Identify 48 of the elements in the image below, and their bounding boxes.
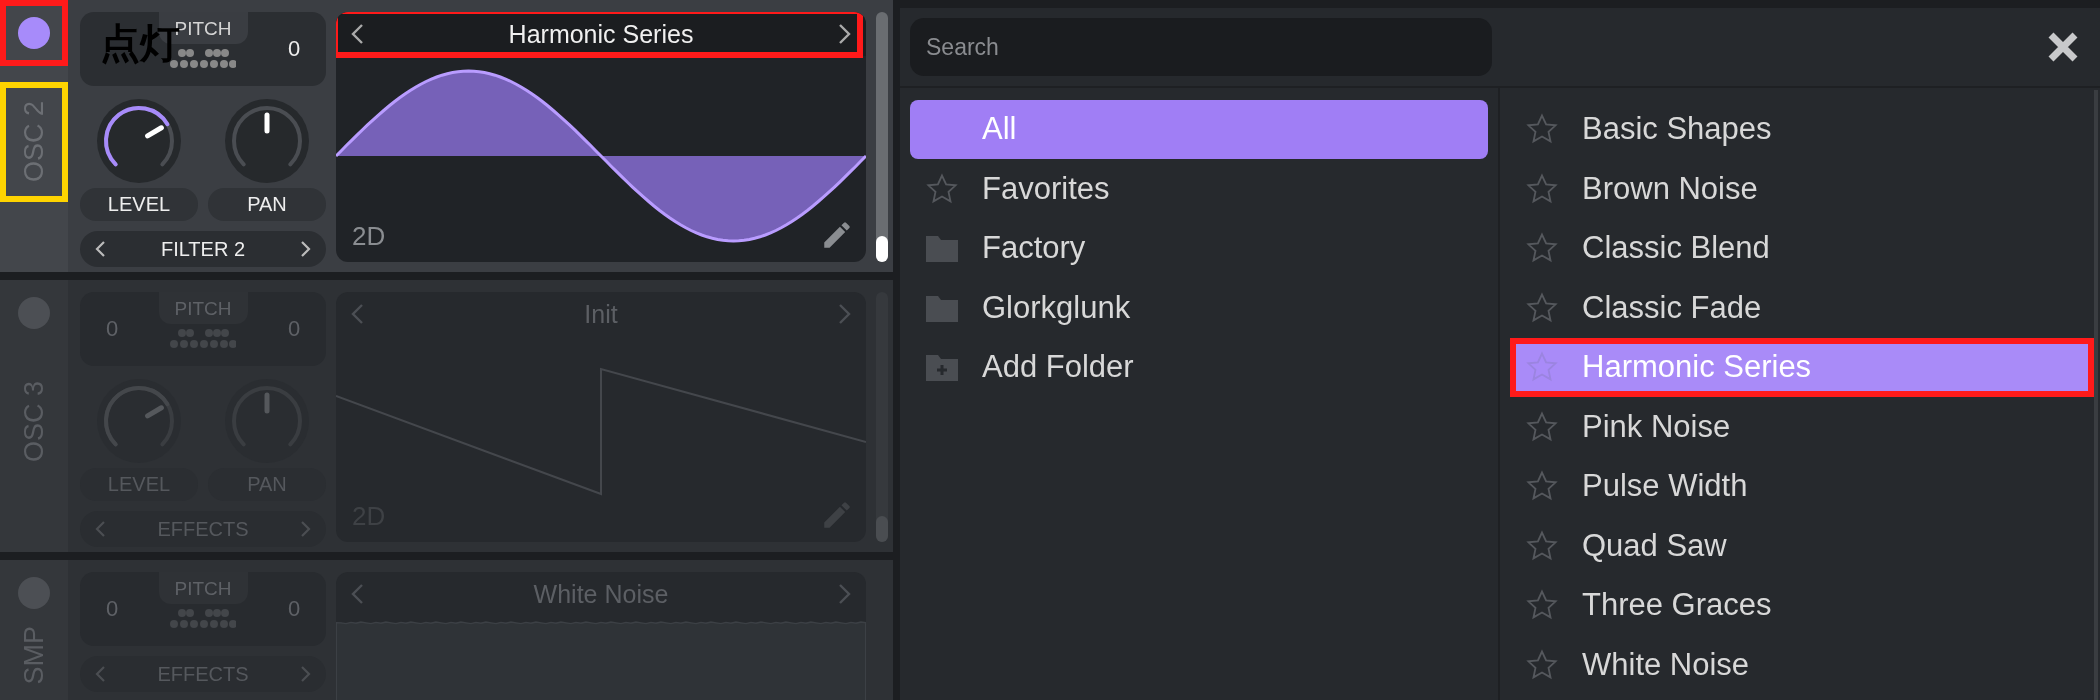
chevron-left-icon [94,240,106,258]
keyboard-dots-icon [170,608,236,630]
preset-item[interactable]: Classic Blend [1510,219,2094,278]
chevron-right-icon [300,665,312,683]
chevron-left-icon [350,23,364,45]
chevron-right-icon [838,583,852,605]
chevron-left-icon [350,583,364,605]
add-folder-icon [925,352,959,383]
folder-item[interactable]: Favorites [910,159,1488,218]
destination-selector[interactable]: FILTER 2 [80,231,326,267]
preset-item[interactable]: Pink Noise [1510,397,2094,456]
folder-item[interactable]: Factory [910,219,1488,278]
chevron-left-icon [94,665,106,683]
star-icon[interactable] [1525,171,1559,206]
search-field[interactable]: Search [910,18,1492,76]
folder-icon [925,233,959,264]
chevron-right-icon [300,240,312,258]
preset-item[interactable]: Basic Shapes [1510,100,2094,159]
keyboard-dots-icon [170,328,236,350]
dimension-label: 2D [352,221,386,252]
chevron-right-icon [838,23,852,45]
preset-item[interactable]: Pulse Width [1510,457,2094,516]
chevron-right-icon [838,303,852,325]
preset-item[interactable]: Quad Saw [1510,516,2094,575]
power-toggle[interactable] [18,577,50,609]
pitch-value[interactable]: 0 [284,36,304,62]
star-icon [925,171,959,206]
chevron-left-icon [94,520,106,538]
star-icon[interactable] [1525,290,1559,325]
knob-label: PAN [208,188,326,221]
power-toggle[interactable] [18,17,50,49]
knob[interactable] [94,96,184,186]
wavetable-selector[interactable]: Harmonic Series [336,12,866,56]
preset-item[interactable]: Three Graces [1510,576,2094,635]
chevron-right-icon [300,520,312,538]
preset-item[interactable]: White Noise [1510,635,2094,694]
folder-item[interactable]: Add Folder [910,338,1488,397]
scrollbar-thumb[interactable] [876,516,888,542]
knob-label: LEVEL [80,188,198,221]
chevron-left-icon [350,303,364,325]
star-icon[interactable] [1525,409,1559,444]
star-icon[interactable] [1525,528,1559,563]
star-icon[interactable] [1525,647,1559,682]
scrollbar-thumb[interactable] [876,236,888,262]
preset-item[interactable]: Brown Noise [1510,159,2094,218]
power-toggle[interactable] [18,297,50,329]
folder-item[interactable]: Glorkglunk [910,278,1488,337]
preset-item[interactable]: Classic Fade [1510,278,2094,337]
